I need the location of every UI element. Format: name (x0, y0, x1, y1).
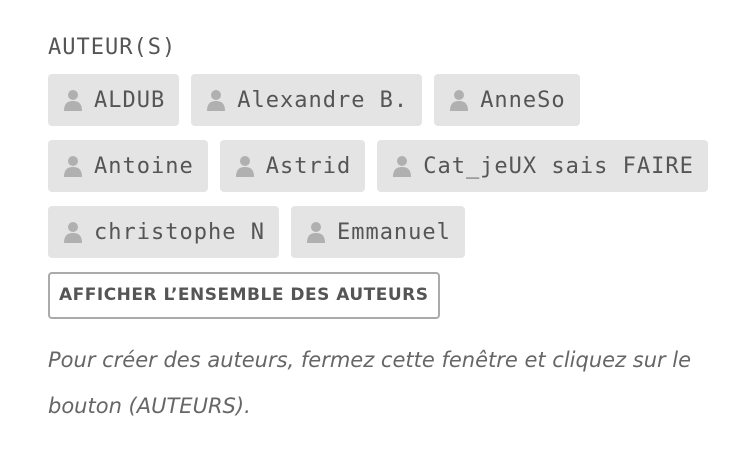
author-name: Cat_jeUX sais FAIRE (423, 153, 694, 179)
user-icon (235, 155, 254, 177)
user-icon (207, 89, 226, 111)
author-row: christophe N Emmanuel (48, 206, 718, 258)
author-name: Antoine (94, 153, 194, 179)
user-icon (64, 221, 82, 243)
user-icon (306, 221, 325, 243)
author-chip-aldub[interactable]: ALDUB (48, 74, 180, 126)
author-name: christophe N (94, 219, 265, 245)
author-chip-astrid[interactable]: Astrid (219, 140, 366, 192)
show-all-authors-button[interactable]: AFFICHER L’ENSEMBLE DES AUTEURS (48, 272, 440, 319)
author-chip-cat-jeux-sais-faire[interactable]: Cat_jeUX sais FAIRE (377, 140, 708, 192)
author-name: Alexandre B. (237, 87, 409, 113)
author-row: ALDUB Alexandre B. AnneSo (48, 74, 718, 126)
author-name: Astrid (265, 153, 352, 179)
author-chip-emmanuel[interactable]: Emmanuel (290, 206, 465, 258)
user-icon (64, 155, 82, 177)
user-icon (450, 89, 469, 111)
user-icon (64, 89, 82, 111)
section-label: AUTEUR(S) (48, 35, 177, 60)
author-name: ALDUB (94, 87, 166, 113)
author-row: Antoine Astrid Cat_jeUX sais FAIRE (48, 140, 718, 192)
author-chip-anneso[interactable]: AnneSo (434, 74, 580, 126)
author-chip-christophe-n[interactable]: christophe N (48, 206, 279, 258)
author-name: Emmanuel (336, 219, 451, 245)
help-text: Pour créer des auteurs, fermez cette fen… (48, 348, 692, 418)
author-chip-antoine[interactable]: Antoine (48, 140, 208, 192)
author-chip-alexandre-b[interactable]: Alexandre B. (191, 74, 423, 126)
authors-panel: AUTEUR(S) ALDUB Alexandre B. AnneSo Anto… (48, 34, 718, 429)
author-name: AnneSo (480, 87, 566, 113)
user-icon (393, 155, 412, 177)
